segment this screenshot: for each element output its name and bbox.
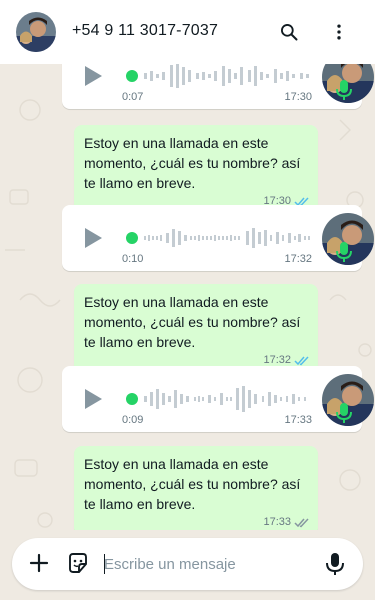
message-text: Estoy en una llamada en este momento, ¿c… <box>84 456 301 512</box>
voice-duration: 0:10 <box>122 253 144 265</box>
message-time: 17:30 <box>284 91 312 103</box>
message-time: 17:33 <box>284 414 312 426</box>
text-cursor <box>104 554 105 574</box>
message-list[interactable]: 0:07 17:30 Estoy en una llamada en este … <box>0 64 375 530</box>
chat-header: +54 9 11 3017-7037 <box>0 0 375 64</box>
message-text: Estoy en una llamada en este momento, ¿c… <box>84 135 301 191</box>
waveform[interactable] <box>142 223 332 253</box>
mic-icon <box>336 79 352 101</box>
outgoing-message[interactable]: Estoy en una llamada en este momento, ¿c… <box>74 284 318 374</box>
play-icon[interactable] <box>82 65 104 87</box>
playback-scrubber[interactable] <box>126 232 138 244</box>
mic-icon <box>336 241 352 263</box>
outgoing-message[interactable]: Estoy en una llamada en este momento, ¿c… <box>74 446 318 530</box>
message-time: 17:33 <box>263 516 291 528</box>
message-time: 17:32 <box>284 253 312 265</box>
delivered-receipt-icon <box>294 517 309 527</box>
composer-bar <box>12 538 363 590</box>
voice-message: 0:10 17:32 <box>62 205 374 271</box>
voice-message: 0:09 17:33 <box>62 366 374 432</box>
waveform[interactable] <box>142 384 332 414</box>
plus-icon[interactable] <box>28 552 50 574</box>
mic-icon <box>336 402 352 424</box>
contact-name[interactable]: +54 9 11 3017-7037 <box>72 22 218 40</box>
message-meta: 17:33 <box>263 512 310 530</box>
play-icon[interactable] <box>82 227 104 249</box>
contact-avatar[interactable] <box>16 12 56 52</box>
voice-duration: 0:09 <box>122 414 144 426</box>
voice-message: 0:07 17:30 <box>62 64 374 109</box>
play-icon[interactable] <box>82 388 104 410</box>
message-text: Estoy en una llamada en este momento, ¿c… <box>84 294 301 350</box>
outgoing-message[interactable]: Estoy en una llamada en este momento, ¿c… <box>74 125 318 215</box>
voice-duration: 0:07 <box>122 91 144 103</box>
mic-icon[interactable] <box>323 551 347 577</box>
playback-scrubber[interactable] <box>126 70 138 82</box>
waveform[interactable] <box>142 64 332 91</box>
composer-area <box>0 530 375 600</box>
playback-scrubber[interactable] <box>126 393 138 405</box>
more-vert-icon[interactable] <box>327 20 351 44</box>
sticker-icon[interactable] <box>66 551 90 575</box>
search-icon[interactable] <box>277 20 301 44</box>
read-receipt-icon <box>294 355 309 365</box>
message-input[interactable] <box>104 552 314 576</box>
